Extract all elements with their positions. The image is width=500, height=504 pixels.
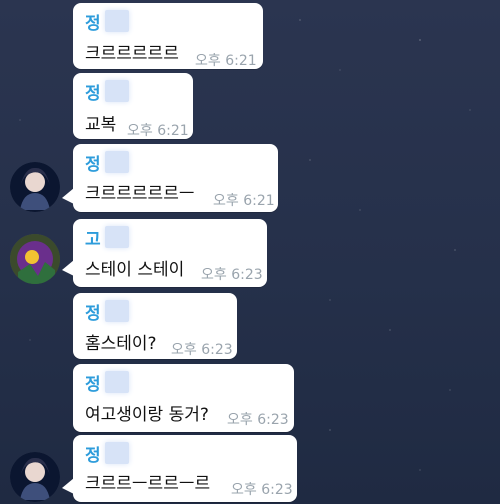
sender-row: 정 xyxy=(85,10,130,34)
message-time: 오후 6:21 xyxy=(127,123,189,139)
message-bubble[interactable]: 정 크르르르르르ㅡ 오후 6:21 xyxy=(73,144,278,212)
avatar[interactable] xyxy=(10,452,60,502)
message-bubble[interactable]: 정 크르르ㅡ르르ㅡ르 오후 6:23 xyxy=(73,435,297,502)
message-text: 스테이 스테이 xyxy=(85,260,185,280)
sender-name: 고 xyxy=(85,229,102,250)
message-time: 오후 6:21 xyxy=(213,193,275,209)
message-text: 교복 xyxy=(85,115,117,135)
message-bubble[interactable]: 고 스테이 스테이 오후 6:23 xyxy=(73,219,267,287)
message-bubble[interactable]: 정 교복 오후 6:21 xyxy=(73,73,193,139)
sender-row: 정 xyxy=(85,371,130,395)
sender-row: 정 xyxy=(85,151,130,175)
sender-name: 정 xyxy=(85,374,102,395)
message-time: 오후 6:21 xyxy=(195,53,257,69)
sender-row: 정 xyxy=(85,80,130,104)
profile-photo-icon xyxy=(10,452,60,502)
message-time: 오후 6:23 xyxy=(231,482,293,498)
sender-name: 정 xyxy=(85,445,102,466)
message-text: 홈스테이? xyxy=(85,334,157,354)
message-text: 여고생이랑 동거? xyxy=(85,405,209,425)
redacted-name-blur xyxy=(105,371,130,393)
sender-row: 정 xyxy=(85,300,130,324)
redacted-name-blur xyxy=(105,442,130,464)
message-time: 오후 6:23 xyxy=(201,267,263,283)
message-text: 크르르ㅡ르르ㅡ르 xyxy=(85,474,211,494)
avatar[interactable] xyxy=(10,162,60,212)
sender-name: 정 xyxy=(85,303,102,324)
redacted-name-blur xyxy=(105,151,130,173)
message-text: 크르르르르르 xyxy=(85,44,179,64)
sender-name: 정 xyxy=(85,83,102,104)
sender-row: 정 xyxy=(85,442,130,466)
redacted-name-blur xyxy=(105,10,130,32)
message-bubble[interactable]: 정 홈스테이? 오후 6:23 xyxy=(73,293,237,359)
redacted-name-blur xyxy=(105,226,130,248)
avatar[interactable] xyxy=(10,234,60,284)
message-bubble[interactable]: 정 크르르르르르 오후 6:21 xyxy=(73,3,263,69)
profile-photo-icon xyxy=(10,234,60,284)
profile-photo-icon xyxy=(10,162,60,212)
message-text: 크르르르르르ㅡ xyxy=(85,184,195,204)
message-time: 오후 6:23 xyxy=(171,342,233,358)
redacted-name-blur xyxy=(105,80,130,102)
sender-row: 고 xyxy=(85,226,130,250)
redacted-name-blur xyxy=(105,300,130,322)
sender-name: 정 xyxy=(85,154,102,175)
message-time: 오후 6:23 xyxy=(227,412,289,428)
sender-name: 정 xyxy=(85,13,102,34)
message-bubble[interactable]: 정 여고생이랑 동거? 오후 6:23 xyxy=(73,364,294,432)
